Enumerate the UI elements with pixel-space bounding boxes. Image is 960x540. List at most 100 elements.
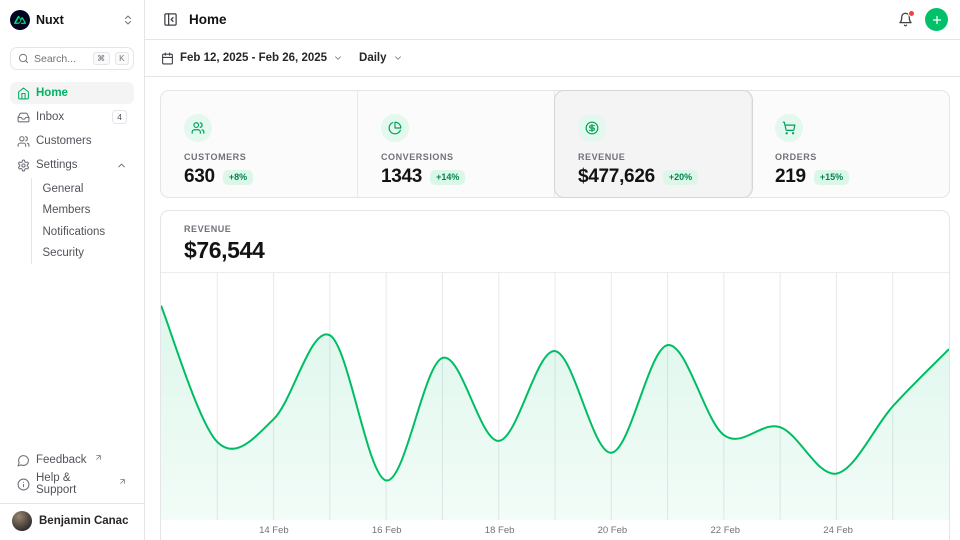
stat-label: Customers (184, 152, 347, 162)
settings-icon (17, 159, 30, 172)
sidebar-item-notifications[interactable]: Notifications (35, 221, 135, 243)
arrow-up-right-icon (94, 453, 103, 462)
stats-grid: Customers 630 +8% Conversions 1343 +14% Revenu… (160, 90, 950, 198)
sidebar-item-label: Feedback (36, 454, 87, 466)
sidebar-item-security[interactable]: Security (35, 243, 135, 265)
panel-left-close-icon (163, 12, 178, 27)
sidebar-collapse-button[interactable] (161, 10, 180, 29)
chart-header: Revenue $76,544 (161, 211, 949, 272)
shopping-cart-icon (782, 121, 796, 135)
sidebar-item-members[interactable]: Members (35, 200, 135, 222)
info-icon (17, 478, 30, 491)
kbd-cmd: ⌘ (93, 52, 110, 65)
top-header: Home (145, 0, 960, 40)
stat-card-customers[interactable]: Customers 630 +8% (161, 91, 358, 197)
x-axis-tick-label: 22 Feb (711, 525, 741, 536)
stat-delta-badge: +14% (430, 170, 465, 185)
x-axis-tick-label: 18 Feb (485, 525, 515, 536)
stat-value: 630 (184, 166, 215, 188)
period-label: Daily (359, 52, 387, 64)
kbd-k: K (115, 52, 129, 65)
x-axis-tick-label: 20 Feb (598, 525, 628, 536)
sidebar-item-help-support[interactable]: Help & Support (10, 473, 134, 495)
search-icon (18, 53, 29, 64)
notifications-button[interactable] (896, 10, 915, 29)
page-title: Home (189, 12, 227, 27)
date-range-label: Feb 12, 2025 - Feb 26, 2025 (180, 52, 327, 64)
chevron-down-icon (333, 53, 343, 63)
main-area: Home Feb 12, 2025 - Feb 26, 2025 Daily (145, 0, 960, 540)
stat-label: Revenue (578, 152, 741, 162)
circle-dollar-icon (585, 121, 599, 135)
sidebar: Nuxt Search... ⌘ K Home Inbox 4 Customers Se… (0, 0, 145, 540)
stat-delta-badge: +20% (663, 170, 698, 185)
sidebar-item-label: Home (36, 87, 68, 99)
sidebar-footer: Benjamin Canac (0, 503, 144, 540)
plus-icon (931, 14, 943, 26)
user-name: Benjamin Canac (39, 515, 128, 527)
users-icon (17, 135, 30, 148)
sidebar-secondary-nav: Feedback Help & Support (10, 449, 134, 497)
chevron-up-icon (116, 160, 127, 171)
sidebar-item-label: Customers (36, 135, 92, 147)
stat-card-revenue[interactable]: Revenue $477,626 +20% (555, 91, 752, 197)
chevrons-up-down-icon (122, 14, 134, 26)
chart-x-axis: 14 Feb 16 Feb 18 Feb 20 Feb 22 Feb 24 Feb (161, 520, 949, 540)
stat-value: $477,626 (578, 166, 655, 188)
date-range-picker[interactable]: Feb 12, 2025 - Feb 26, 2025 (161, 52, 343, 65)
stat-value: 1343 (381, 166, 422, 188)
sidebar-item-feedback[interactable]: Feedback (10, 449, 134, 471)
stat-label: Conversions (381, 152, 544, 162)
sidebar-item-customers[interactable]: Customers (10, 130, 134, 152)
users-icon (191, 121, 205, 135)
stat-delta-badge: +15% (814, 170, 849, 185)
user-menu[interactable]: Benjamin Canac (10, 511, 134, 531)
workspace-name: Nuxt (36, 13, 116, 27)
inbox-count-badge: 4 (112, 110, 127, 124)
add-button[interactable] (925, 8, 948, 31)
filter-toolbar: Feb 12, 2025 - Feb 26, 2025 Daily (145, 40, 960, 77)
sidebar-item-home[interactable]: Home (10, 82, 134, 104)
calendar-icon (161, 52, 174, 65)
notification-dot (908, 10, 915, 17)
x-axis-tick-label: 14 Feb (259, 525, 289, 536)
search-placeholder: Search... (34, 53, 88, 65)
sidebar-item-label: Help & Support (36, 472, 111, 496)
home-icon (17, 87, 30, 100)
sidebar-item-label: Inbox (36, 111, 64, 123)
x-axis-tick-label: 16 Feb (372, 525, 402, 536)
chart-pie-icon (388, 121, 402, 135)
sidebar-nav: Home Inbox 4 Customers Settings GeneralMember… (10, 82, 134, 266)
sidebar-subnav-settings: GeneralMembersNotificationsSecurity (31, 178, 135, 264)
sidebar-item-settings[interactable]: Settings (10, 154, 134, 176)
sidebar-item-label: Settings (36, 159, 78, 171)
revenue-area-chart[interactable] (161, 273, 949, 520)
x-axis-tick-label: 24 Feb (823, 525, 853, 536)
app-window: Nuxt Search... ⌘ K Home Inbox 4 Customers Se… (0, 0, 960, 540)
period-select[interactable]: Daily (359, 52, 403, 64)
revenue-chart-card: Revenue $76,544 14 Feb 16 Feb 18 Feb 20 Feb… (160, 210, 950, 540)
user-avatar (12, 511, 32, 531)
stat-label: Orders (775, 152, 939, 162)
stat-card-conversions[interactable]: Conversions 1343 +14% (358, 91, 555, 197)
nuxt-logo-icon (10, 10, 30, 30)
dashboard-content: Customers 630 +8% Conversions 1343 +14% Revenu… (145, 77, 960, 540)
stat-icon-circle (578, 114, 606, 142)
search-input[interactable]: Search... ⌘ K (10, 47, 134, 70)
inbox-icon (17, 111, 30, 124)
sidebar-item-inbox[interactable]: Inbox 4 (10, 106, 134, 128)
chevron-down-icon (393, 53, 403, 63)
stat-card-orders[interactable]: Orders 219 +15% (752, 91, 949, 197)
chart-metric-label: Revenue (184, 224, 926, 234)
workspace-switcher[interactable]: Nuxt (10, 0, 134, 40)
stat-icon-circle (381, 114, 409, 142)
stat-value: 219 (775, 166, 806, 188)
message-circle-icon (17, 454, 30, 467)
chart-metric-value: $76,544 (184, 237, 926, 264)
stat-icon-circle (775, 114, 803, 142)
header-actions (896, 8, 948, 31)
arrow-up-right-icon (118, 477, 127, 486)
sidebar-spacer (10, 266, 134, 449)
sidebar-item-general[interactable]: General (35, 178, 135, 200)
stat-delta-badge: +8% (223, 170, 253, 185)
